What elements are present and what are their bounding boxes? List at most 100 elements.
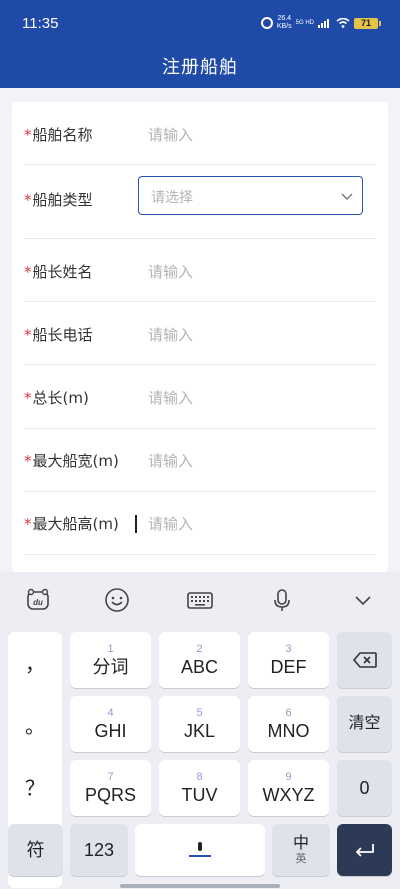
key-7-label: PQRS bbox=[84, 785, 136, 805]
text-cursor bbox=[135, 515, 137, 533]
keyboard-toolbar: du bbox=[0, 572, 400, 628]
field-label: *总长(m) bbox=[24, 387, 89, 408]
field-captain-phone: *船长电话 请输入 bbox=[24, 302, 376, 365]
battery-icon: 71 bbox=[354, 17, 381, 29]
key-3-num: 3 bbox=[285, 643, 292, 655]
symbol-key-label: 符 bbox=[26, 840, 45, 860]
network-type: 5G HD bbox=[295, 20, 314, 26]
baidu-du-icon[interactable]: du bbox=[24, 586, 52, 614]
key-6-num: 6 bbox=[285, 707, 292, 719]
key-4-num: 4 bbox=[107, 707, 114, 719]
backspace-key[interactable] bbox=[337, 632, 392, 688]
key-2-label: ABC bbox=[180, 657, 218, 677]
max-height-input[interactable]: 请输入 bbox=[148, 513, 193, 534]
emoji-icon[interactable] bbox=[103, 586, 131, 614]
microphone-icon[interactable] bbox=[268, 586, 296, 614]
backspace-icon bbox=[352, 652, 377, 668]
clear-key-label: 清空 bbox=[348, 715, 381, 732]
zero-key[interactable]: 0 bbox=[337, 760, 392, 816]
field-label: *船长姓名 bbox=[24, 261, 93, 282]
enter-icon bbox=[355, 844, 374, 857]
numeric-key[interactable]: 123 bbox=[70, 824, 128, 876]
key-1-num: 1 bbox=[107, 643, 114, 655]
page-title: 注册船舶 bbox=[162, 57, 238, 77]
key-3-label: DEF bbox=[270, 657, 307, 677]
required-mark: * bbox=[24, 515, 32, 533]
captain-phone-label: 船长电话 bbox=[32, 326, 93, 344]
key-2[interactable]: 2 ABC bbox=[159, 632, 240, 688]
key-9-label: WXYZ bbox=[262, 785, 315, 805]
field-max-beam: *最大船宽(m) 请输入 bbox=[24, 429, 376, 492]
required-mark: * bbox=[24, 389, 32, 407]
field-max-height: *最大船高(m) 请输入 bbox=[24, 492, 376, 555]
captain-phone-input[interactable]: 请输入 bbox=[148, 324, 193, 345]
key-3[interactable]: 3 DEF bbox=[248, 632, 329, 688]
numeric-key-label: 123 bbox=[83, 840, 115, 860]
key-5-label: JKL bbox=[183, 721, 216, 741]
status-time: 11:35 bbox=[22, 15, 59, 32]
field-label: *船舶名称 bbox=[24, 124, 93, 145]
zero-key-label: 0 bbox=[359, 778, 370, 798]
key-6[interactable]: 6 MNO bbox=[248, 696, 329, 752]
field-label: *最大船宽(m) bbox=[24, 450, 119, 471]
vessel-type-placeholder: 请选择 bbox=[151, 190, 193, 206]
vessel-type-select[interactable]: 请选择 bbox=[138, 176, 363, 215]
key-4[interactable]: 4 GHI bbox=[70, 696, 151, 752]
chevron-down-icon[interactable] bbox=[349, 586, 377, 614]
chevron-down-icon bbox=[341, 193, 353, 200]
key-5[interactable]: 5 JKL bbox=[159, 696, 240, 752]
space-key[interactable] bbox=[135, 824, 265, 876]
mic-space-icon bbox=[189, 842, 211, 857]
field-captain-name: *船长姓名 请输入 bbox=[24, 239, 376, 302]
total-length-input[interactable]: 请输入 bbox=[148, 387, 193, 408]
clear-key[interactable]: 清空 bbox=[337, 696, 392, 752]
vessel-type-label: 船舶类型 bbox=[32, 191, 93, 209]
key-4-label: GHI bbox=[94, 721, 127, 741]
vessel-name-input[interactable]: 请输入 bbox=[148, 124, 193, 145]
punct-question[interactable]: ？ bbox=[8, 772, 62, 801]
captain-name-input[interactable]: 请输入 bbox=[148, 261, 193, 282]
network-speed-unit: KB/s bbox=[276, 23, 292, 30]
required-mark: * bbox=[24, 126, 32, 144]
symbol-key[interactable]: 符 bbox=[8, 824, 63, 876]
key-8-label: TUV bbox=[181, 785, 218, 805]
alarm-icon bbox=[260, 17, 273, 29]
key-1-label: 分词 bbox=[92, 657, 129, 677]
status-icons: 26.4 KB/s 5G HD 71 bbox=[260, 13, 381, 33]
required-mark: * bbox=[24, 326, 32, 344]
field-total-length: *总长(m) 请输入 bbox=[24, 365, 376, 429]
key-1[interactable]: 1 分词 bbox=[70, 632, 151, 688]
captain-name-label: 船长姓名 bbox=[32, 263, 93, 281]
field-label: *船舶类型 bbox=[24, 189, 93, 210]
keyboard-icon[interactable] bbox=[186, 586, 214, 614]
key-5-num: 5 bbox=[196, 707, 203, 719]
lang-sub-label: 英 bbox=[295, 853, 307, 865]
max-height-label: 最大船高(m) bbox=[32, 515, 119, 533]
max-beam-input[interactable]: 请输入 bbox=[148, 450, 193, 471]
signal-icon bbox=[318, 19, 329, 28]
status-bar: 11:35 26.4 KB/s 5G HD 71 bbox=[0, 0, 400, 44]
home-indicator[interactable] bbox=[120, 884, 280, 888]
key-9-num: 9 bbox=[285, 771, 292, 783]
punct-comma[interactable]: ， bbox=[8, 648, 62, 677]
key-7-num: 7 bbox=[107, 771, 114, 783]
lang-main-label: 中 bbox=[292, 835, 309, 852]
field-label: *最大船高(m) bbox=[24, 513, 119, 534]
enter-key[interactable] bbox=[337, 824, 392, 876]
vessel-form: *船舶名称 请输入 *船舶类型 请选择 *船长姓名 请输入 *船长电话 请输入 … bbox=[12, 102, 388, 572]
svg-text:du: du bbox=[33, 598, 43, 607]
total-length-label: 总长(m) bbox=[32, 389, 89, 407]
key-8-num: 8 bbox=[196, 771, 203, 783]
field-vessel-name: *船舶名称 请输入 bbox=[24, 102, 376, 165]
wifi-icon bbox=[336, 18, 350, 28]
language-switch-key[interactable]: 中 英 bbox=[272, 824, 330, 876]
max-beam-label: 最大船宽(m) bbox=[32, 452, 119, 470]
key-9[interactable]: 9 WXYZ bbox=[248, 760, 329, 816]
network-speed-value: 26.4 bbox=[277, 15, 292, 22]
key-2-num: 2 bbox=[196, 643, 203, 655]
punct-period[interactable]: 。 bbox=[8, 710, 62, 739]
ime-keyboard: du ， 。 ？ ！ 1分词 2ABC 3DEF 4GHI 5JKL 6MNO … bbox=[0, 572, 400, 889]
key-8[interactable]: 8 TUV bbox=[159, 760, 240, 816]
required-mark: * bbox=[24, 263, 32, 281]
key-7[interactable]: 7 PQRS bbox=[70, 760, 151, 816]
